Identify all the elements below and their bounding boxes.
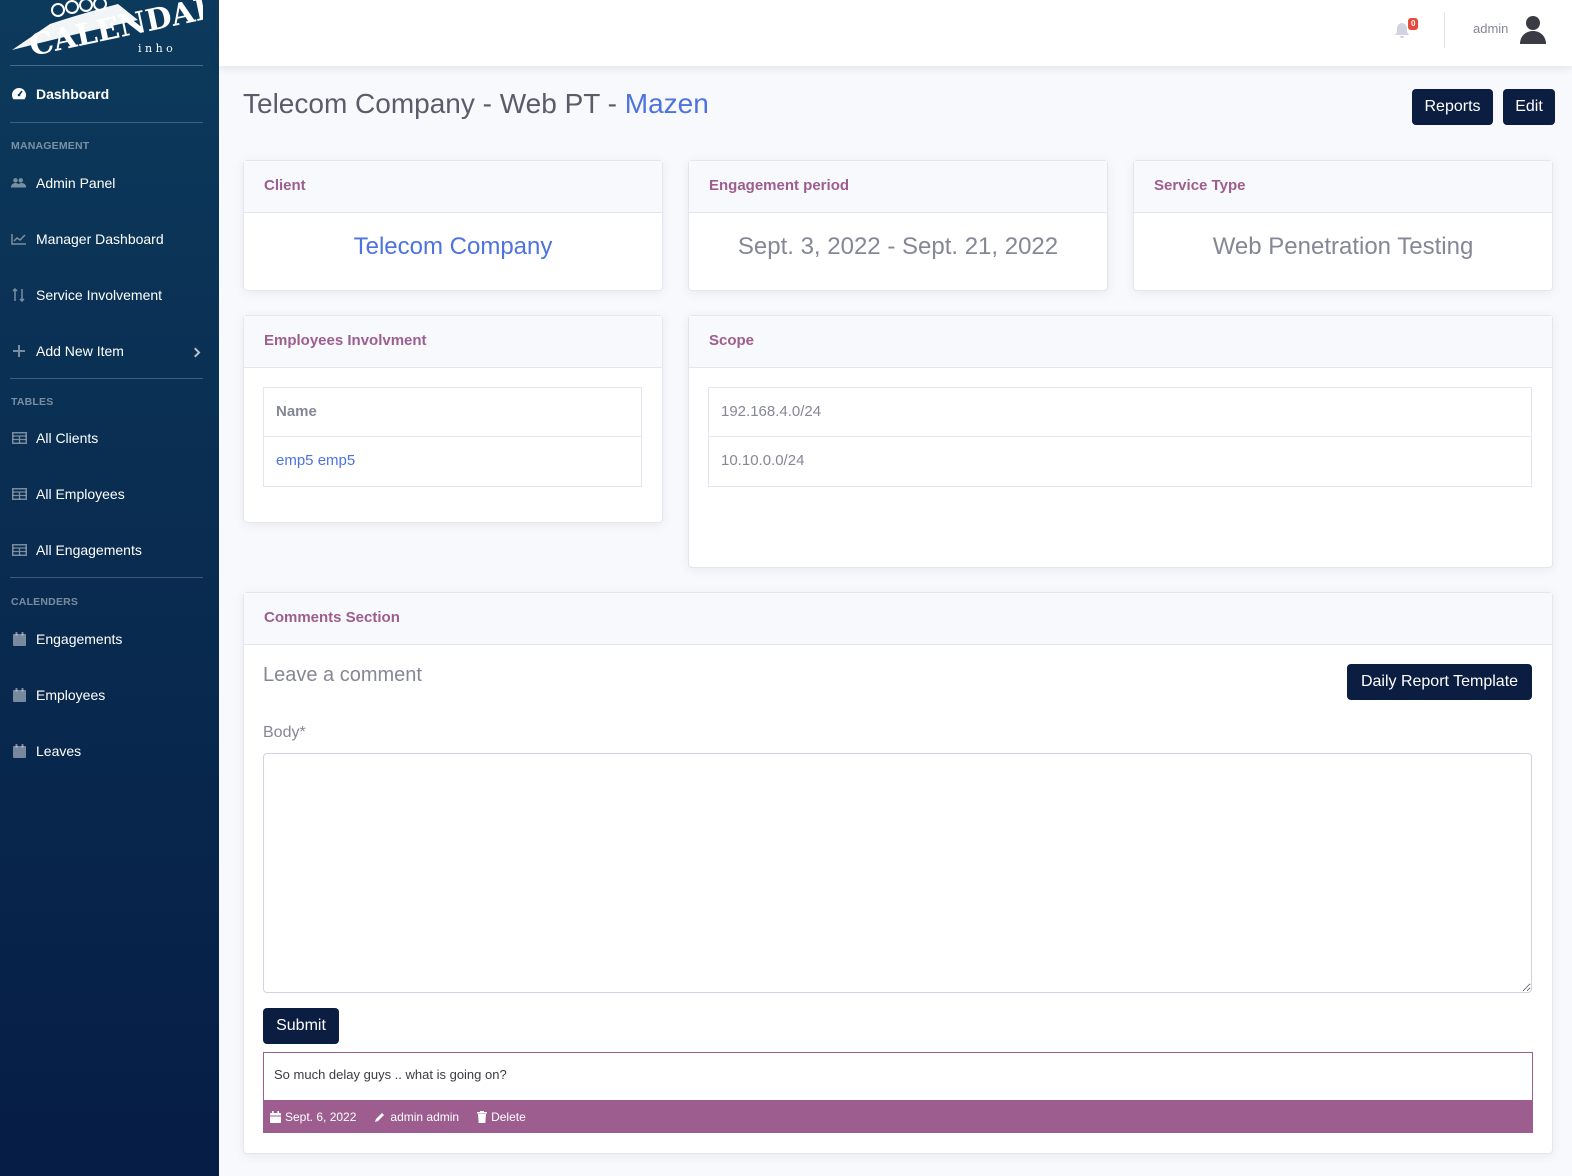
tachometer-icon <box>11 86 27 102</box>
card-header: Employees Involvment <box>244 316 662 368</box>
employee-link[interactable]: emp5 emp5 <box>264 437 641 486</box>
sidebar-item-label: Add New Item <box>36 343 124 359</box>
notification-badge: 0 <box>1408 18 1419 30</box>
sidebar-divider <box>10 577 203 578</box>
calendar-icon <box>270 1110 281 1123</box>
comment-body-textarea[interactable] <box>263 753 1532 993</box>
trash-icon <box>477 1110 488 1123</box>
chevron-right-icon[interactable] <box>190 347 201 358</box>
sidebar-item-manager-dashboard[interactable]: Manager Dashboard <box>11 231 164 247</box>
sidebar: CALENDAR i n h o Dashboard MANAGEMENT Ad… <box>0 0 219 1176</box>
calendar-icon <box>11 631 27 647</box>
card-header: Comments Section <box>244 593 1552 645</box>
calendar-icon <box>11 743 27 759</box>
sidebar-item-label: Employees <box>36 687 106 703</box>
topbar-divider <box>1444 12 1445 48</box>
sidebar-item-leaves[interactable]: Leaves <box>11 743 81 759</box>
svg-text:i n h o: i n h o <box>138 42 173 55</box>
comment-delete-link[interactable]: Delete <box>477 1110 526 1124</box>
card-header: Scope <box>689 316 1552 368</box>
brand[interactable]: CALENDAR i n h o <box>10 0 203 66</box>
sidebar-item-add-new-item[interactable]: Add New Item <box>11 343 124 359</box>
service-type-card: Service Type Web Penetration Testing <box>1133 160 1553 291</box>
comment-date: Sept. 6, 2022 <box>270 1110 356 1124</box>
sidebar-item-label: Dashboard <box>36 86 110 102</box>
plus-icon <box>11 343 27 359</box>
pencil-icon <box>375 1112 385 1122</box>
topbar <box>219 0 1572 66</box>
user-avatar-icon[interactable] <box>1519 15 1547 45</box>
title-owner-link[interactable]: Mazen <box>625 88 709 119</box>
section-heading-tables: TABLES <box>11 396 54 408</box>
comment-item: So much delay guys .. what is going on? … <box>263 1052 1533 1133</box>
calendar-icon <box>11 687 27 703</box>
scope-table: 192.168.4.0/24 10.10.0.0/24 <box>708 387 1532 487</box>
employees-table: Name emp5 emp5 <box>263 387 642 487</box>
sidebar-item-label: All Engagements <box>36 542 142 558</box>
sidebar-item-label: All Employees <box>36 486 125 502</box>
sidebar-divider <box>10 122 203 123</box>
body-label: Body* <box>263 724 306 741</box>
scope-row: 192.168.4.0/24 <box>709 388 1531 437</box>
scope-row: 10.10.0.0/24 <box>721 452 805 469</box>
client-link[interactable]: Telecom Company <box>244 213 662 261</box>
leave-comment-heading: Leave a comment <box>263 664 422 686</box>
sidebar-item-label: Service Involvement <box>36 287 163 303</box>
sidebar-item-label: Engagements <box>36 631 123 647</box>
section-heading-calenders: CALENDERS <box>11 596 79 608</box>
comment-meta-bar: Sept. 6, 2022 admin admin Delete <box>263 1100 1533 1133</box>
user-name[interactable]: admin <box>1473 21 1508 36</box>
page-title: Telecom Company - Web PT - Mazen <box>243 88 709 120</box>
section-heading-management: MANAGEMENT <box>11 140 90 152</box>
sidebar-item-admin-panel[interactable]: Admin Panel <box>11 175 115 191</box>
reports-button[interactable]: Reports <box>1412 89 1493 125</box>
users-cog-icon <box>11 175 27 191</box>
edit-button[interactable]: Edit <box>1503 89 1555 125</box>
chart-line-icon <box>11 231 27 247</box>
sidebar-item-label: Manager Dashboard <box>36 231 164 247</box>
sidebar-item-all-clients[interactable]: All Clients <box>11 430 98 446</box>
card-header: Service Type <box>1134 161 1552 213</box>
sort-icon <box>11 287 27 303</box>
client-card: Client Telecom Company <box>243 160 663 291</box>
table-header-name: Name <box>264 388 641 437</box>
sidebar-divider <box>10 378 203 379</box>
engagement-period-card: Engagement period Sept. 3, 2022 - Sept. … <box>688 160 1108 291</box>
sidebar-item-dashboard[interactable]: Dashboard <box>11 86 109 102</box>
comment-author: admin admin <box>374 1110 459 1124</box>
card-header: Engagement period <box>689 161 1107 213</box>
sidebar-item-all-engagements[interactable]: All Engagements <box>11 542 142 558</box>
card-header: Client <box>244 161 662 213</box>
sidebar-item-label: All Clients <box>36 430 99 446</box>
sidebar-item-engagements[interactable]: Engagements <box>11 631 122 647</box>
comment-author-text: admin admin <box>390 1109 460 1124</box>
engagement-period-value: Sept. 3, 2022 - Sept. 21, 2022 <box>737 233 1059 260</box>
comment-text: So much delay guys .. what is going on? <box>274 1067 507 1082</box>
page-title-text: Telecom Company - Web PT - <box>243 88 625 119</box>
table-icon <box>11 542 27 558</box>
daily-report-template-button[interactable]: Daily Report Template <box>1347 664 1532 700</box>
comment-date-text: Sept. 6, 2022 <box>285 1109 357 1124</box>
table-icon <box>11 430 27 446</box>
sidebar-item-label: Admin Panel <box>36 175 116 191</box>
comment-delete-text: Delete <box>491 1109 526 1124</box>
calendar-logo: CALENDAR i n h o <box>12 0 203 64</box>
submit-button[interactable]: Submit <box>263 1008 339 1044</box>
service-type-value: Web Penetration Testing <box>1212 233 1474 260</box>
table-icon <box>11 486 27 502</box>
sidebar-item-service-involvement[interactable]: Service Involvement <box>11 287 162 303</box>
sidebar-item-all-employees[interactable]: All Employees <box>11 486 125 502</box>
sidebar-item-employees[interactable]: Employees <box>11 687 105 703</box>
sidebar-item-label: Leaves <box>36 743 82 759</box>
